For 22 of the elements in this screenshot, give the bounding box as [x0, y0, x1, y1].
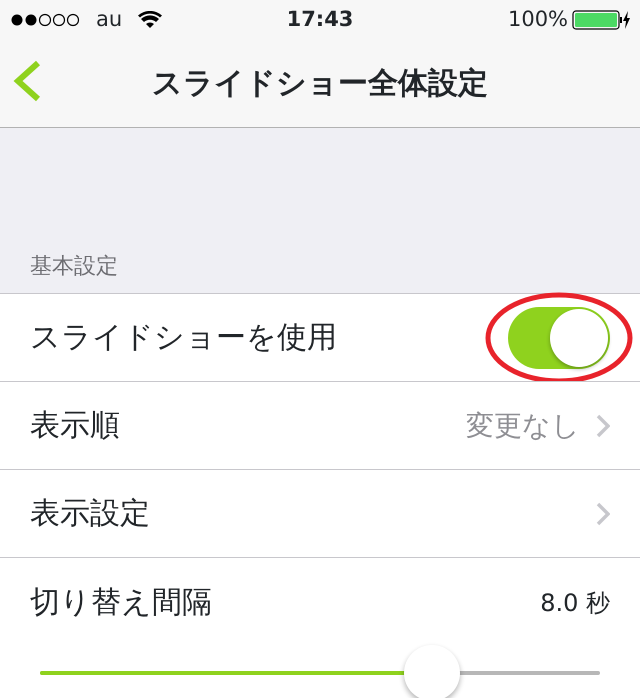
- row-label: 表示設定: [30, 495, 150, 533]
- row-label: 切り替え間隔: [30, 584, 212, 622]
- section-header: 基本設定: [29, 253, 118, 281]
- status-time: 17:43: [286, 6, 354, 34]
- slider-reading: 8.0 秒: [540, 588, 610, 618]
- battery-percent: 100%: [508, 6, 568, 34]
- signal-icon: [10, 13, 80, 27]
- chevron-icon: [596, 414, 610, 438]
- battery-icon: [572, 10, 630, 30]
- toggle-switch[interactable]: [508, 306, 610, 368]
- settings-row[interactable]: 表示順 変更なし: [0, 381, 640, 469]
- row-label: スライドショーを使用: [30, 319, 337, 357]
- row-value: 変更なし: [466, 408, 580, 444]
- chevron-icon: [596, 502, 610, 526]
- settings-row[interactable]: 表示設定: [0, 469, 640, 557]
- slider-thumb[interactable]: [404, 645, 460, 698]
- slider[interactable]: [40, 645, 600, 698]
- page-title: スライドショー全体設定: [152, 65, 488, 103]
- wifi-icon: [138, 11, 162, 29]
- carrier-name: au: [96, 6, 122, 34]
- row-label: 表示順: [30, 407, 120, 445]
- back-button[interactable]: [12, 60, 42, 102]
